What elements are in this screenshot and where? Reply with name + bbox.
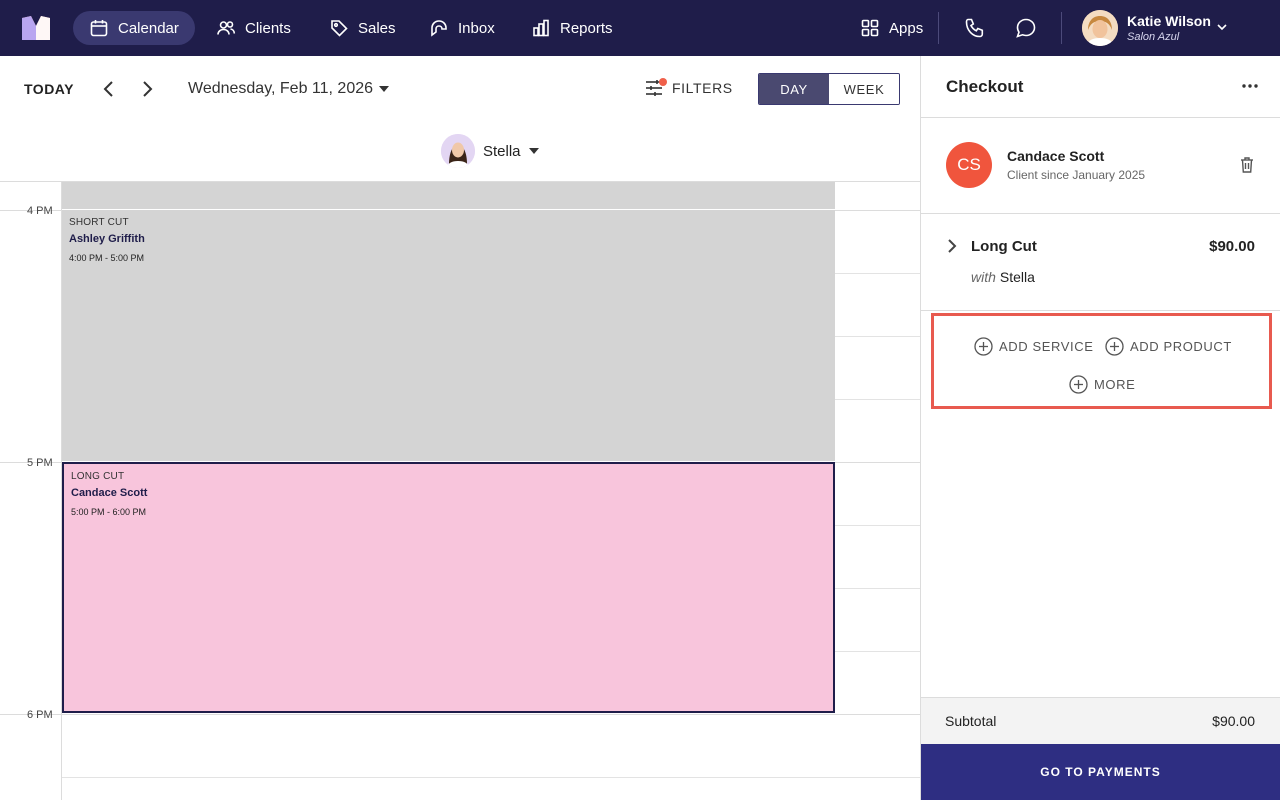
staff-avatar bbox=[441, 134, 475, 168]
staff-name: Stella bbox=[483, 142, 521, 160]
nav-apps-label: Apps bbox=[889, 19, 924, 37]
client-since: Client since January 2025 bbox=[1007, 168, 1146, 182]
chevron-down-icon bbox=[1217, 24, 1227, 31]
nav-inbox[interactable]: Inbox bbox=[413, 11, 511, 45]
nav-calendar-label: Calendar bbox=[118, 19, 179, 37]
subtotal-label: Subtotal bbox=[945, 713, 997, 729]
appointment-service: SHORT CUT bbox=[69, 217, 129, 228]
with-label: with bbox=[971, 269, 996, 285]
filters-icon bbox=[645, 78, 667, 98]
previous-day-button[interactable] bbox=[99, 79, 119, 99]
inbox-icon bbox=[431, 20, 447, 37]
nav-inbox-label: Inbox bbox=[458, 19, 495, 37]
filters-label: FILTERS bbox=[672, 80, 733, 96]
add-product-button[interactable]: ADD PRODUCT bbox=[1105, 337, 1232, 356]
nav-divider bbox=[1061, 12, 1062, 44]
chevron-right-icon bbox=[948, 239, 957, 253]
nav-reports-label: Reports bbox=[560, 19, 613, 37]
quarter-line bbox=[62, 777, 920, 778]
appointment-time: 5:00 PM - 6:00 PM bbox=[71, 507, 147, 517]
nav-reports[interactable]: Reports bbox=[515, 11, 629, 45]
nav-sales[interactable]: Sales bbox=[313, 11, 412, 45]
nav-sales-label: Sales bbox=[358, 19, 396, 37]
chat-bubble-icon bbox=[1016, 18, 1036, 38]
appointment-service: LONG CUT bbox=[71, 471, 125, 482]
section-divider bbox=[921, 310, 1280, 311]
apps-grid-icon bbox=[861, 19, 879, 37]
checkout-title: Checkout bbox=[946, 77, 1024, 96]
add-items-highlight bbox=[931, 313, 1272, 409]
day-view-button[interactable]: DAY bbox=[759, 74, 829, 104]
filters-button[interactable]: FILTERS bbox=[645, 78, 733, 98]
date-picker[interactable]: Wednesday, Feb 11, 2026 bbox=[188, 80, 390, 98]
caret-down-icon bbox=[379, 86, 390, 92]
next-day-button[interactable] bbox=[137, 79, 157, 99]
section-divider bbox=[921, 213, 1280, 214]
more-label: MORE bbox=[1094, 377, 1136, 392]
panel-divider bbox=[920, 56, 921, 800]
hour-line bbox=[0, 714, 920, 715]
more-horizontal-icon bbox=[1242, 84, 1258, 88]
nav-clients-label: Clients bbox=[245, 19, 291, 37]
plus-circle-icon bbox=[1105, 337, 1124, 356]
chat-button[interactable] bbox=[1014, 16, 1038, 40]
staff-selector[interactable]: Stella bbox=[441, 134, 539, 168]
date-label: Wednesday, Feb 11, 2026 bbox=[188, 80, 374, 97]
section-divider bbox=[921, 117, 1280, 118]
nav-clients[interactable]: Clients bbox=[200, 11, 307, 45]
view-toggle: DAY WEEK bbox=[758, 73, 900, 105]
service-name[interactable]: Long Cut bbox=[971, 238, 1037, 255]
tag-icon bbox=[331, 20, 348, 37]
user-salon: Salon Azul bbox=[1127, 31, 1180, 43]
nav-divider bbox=[938, 12, 939, 44]
user-avatar[interactable] bbox=[1082, 10, 1118, 46]
phone-button[interactable] bbox=[963, 16, 987, 40]
add-service-button[interactable]: ADD SERVICE bbox=[974, 337, 1094, 356]
today-button[interactable]: TODAY bbox=[24, 81, 74, 97]
calendar-icon bbox=[90, 20, 108, 37]
phone-icon bbox=[965, 18, 984, 38]
service-staff: with Stella bbox=[971, 269, 1035, 285]
appointment-client: Ashley Griffith bbox=[69, 233, 145, 245]
plus-circle-icon bbox=[1069, 375, 1088, 394]
trash-icon bbox=[1241, 157, 1253, 173]
service-price: $90.00 bbox=[1209, 238, 1255, 255]
chevron-right-icon bbox=[143, 81, 153, 97]
user-name: Katie Wilson bbox=[1127, 13, 1211, 29]
brand-logo[interactable] bbox=[22, 16, 50, 40]
bar-chart-icon bbox=[533, 19, 549, 37]
user-menu-chevron[interactable] bbox=[1215, 20, 1229, 34]
remove-client-button[interactable] bbox=[1239, 156, 1255, 174]
appointment-long-cut[interactable]: LONG CUT Candace Scott 5:00 PM - 6:00 PM bbox=[62, 462, 835, 713]
add-service-label: ADD SERVICE bbox=[999, 339, 1094, 354]
appointment-client: Candace Scott bbox=[71, 487, 148, 499]
top-navigation-bar: Calendar Clients Sales Inbox Reports App… bbox=[0, 0, 1280, 56]
subtotal-value: $90.00 bbox=[1212, 713, 1255, 729]
client-name[interactable]: Candace Scott bbox=[1007, 148, 1104, 164]
service-staff-name: Stella bbox=[999, 269, 1035, 285]
appointment-time: 4:00 PM - 5:00 PM bbox=[69, 253, 145, 263]
users-icon bbox=[217, 21, 236, 35]
time-label-5pm: 5 PM bbox=[27, 457, 53, 469]
expand-service-button[interactable] bbox=[945, 238, 959, 254]
checkout-more-button[interactable] bbox=[1240, 78, 1260, 94]
time-label-4pm: 4 PM bbox=[27, 205, 53, 217]
appointment-short-cut[interactable]: SHORT CUT Ashley Griffith 4:00 PM - 5:00… bbox=[62, 210, 835, 461]
chevron-left-icon bbox=[103, 81, 113, 97]
more-options-button[interactable]: MORE bbox=[1069, 375, 1135, 394]
nav-apps[interactable]: Apps bbox=[844, 11, 939, 45]
filter-active-dot bbox=[659, 78, 667, 86]
week-view-button[interactable]: WEEK bbox=[829, 74, 899, 104]
client-avatar: CS bbox=[946, 142, 992, 188]
previous-appointment-block[interactable] bbox=[62, 182, 835, 209]
go-to-payments-button[interactable]: GO TO PAYMENTS bbox=[921, 744, 1280, 800]
add-product-label: ADD PRODUCT bbox=[1130, 339, 1232, 354]
time-label-6pm: 6 PM bbox=[27, 709, 53, 721]
nav-calendar[interactable]: Calendar bbox=[73, 11, 195, 45]
plus-circle-icon bbox=[974, 337, 993, 356]
caret-down-icon bbox=[528, 148, 539, 154]
